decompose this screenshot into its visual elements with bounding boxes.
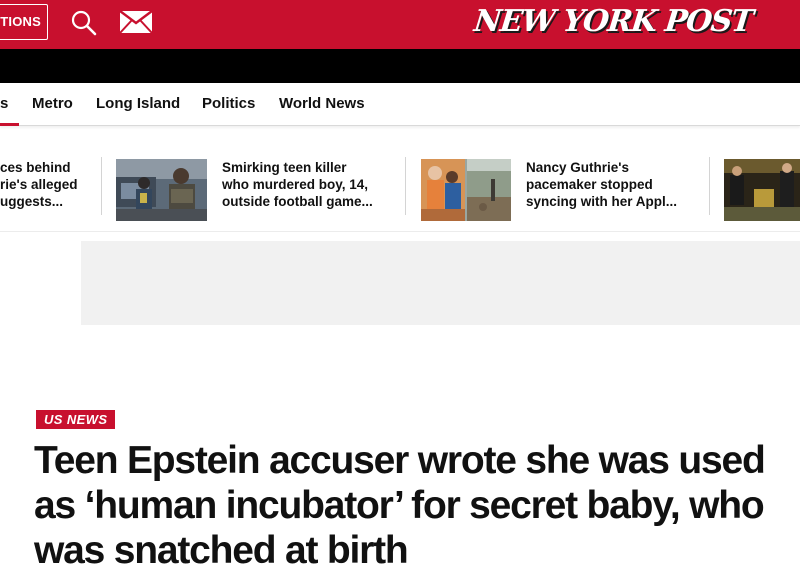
trending-item-line: pacemaker stopped [526,177,653,192]
trending-item-2[interactable]: Smirking teen killer who murdered boy, 1… [222,159,373,210]
nav-item-politics[interactable]: Politics [202,95,255,112]
trending-item-line: ces behind [0,160,71,175]
article-headline: Teen Epstein accuser wrote she was used … [34,439,766,572]
trending-divider [101,157,102,215]
trending-item-1[interactable]: ces behind rie's alleged uggests... [0,159,78,210]
trending-item-line: Smirking teen killer [222,160,347,175]
page: TIONS NEW YORK POST s Metro Long Island … [0,0,800,587]
divider-line [0,231,800,232]
trending-item-line: uggests... [0,194,64,209]
section-badge[interactable]: US NEWS [36,410,116,429]
editions-button[interactable]: TIONS [0,4,48,40]
trending-strip: ces behind rie's alleged uggests... Smir… [0,150,800,230]
mail-icon[interactable] [119,10,153,34]
trending-item-line: outside football game... [222,194,373,209]
ad-placeholder [81,241,800,325]
site-header: TIONS NEW YORK POST [0,0,800,49]
trending-thumbnail[interactable] [116,159,207,221]
nav-item-partial[interactable]: s [0,95,8,112]
trending-item-line: syncing with her Appl... [526,194,678,209]
trending-divider [405,157,406,215]
trending-item-line: rie's alleged [0,177,78,192]
secondary-bar [0,49,800,83]
trending-item-line: Nancy Guthrie's [526,160,629,175]
nav-item-long-island[interactable]: Long Island [96,95,180,112]
site-logo[interactable]: NEW YORK POST [472,2,754,44]
nav-active-indicator [0,123,19,126]
nav-item-world-news[interactable]: World News [279,95,365,112]
trending-item-line: who murdered boy, 14, [222,177,369,192]
trending-thumbnail[interactable] [724,159,800,221]
search-icon[interactable] [70,9,98,37]
nav-item-metro[interactable]: Metro [32,95,73,112]
trending-item-3[interactable]: Nancy Guthrie's pacemaker stopped syncin… [526,159,677,210]
trending-divider [709,157,710,215]
main-nav: s Metro Long Island Politics World News [0,83,800,126]
trending-thumbnail[interactable] [421,159,512,221]
